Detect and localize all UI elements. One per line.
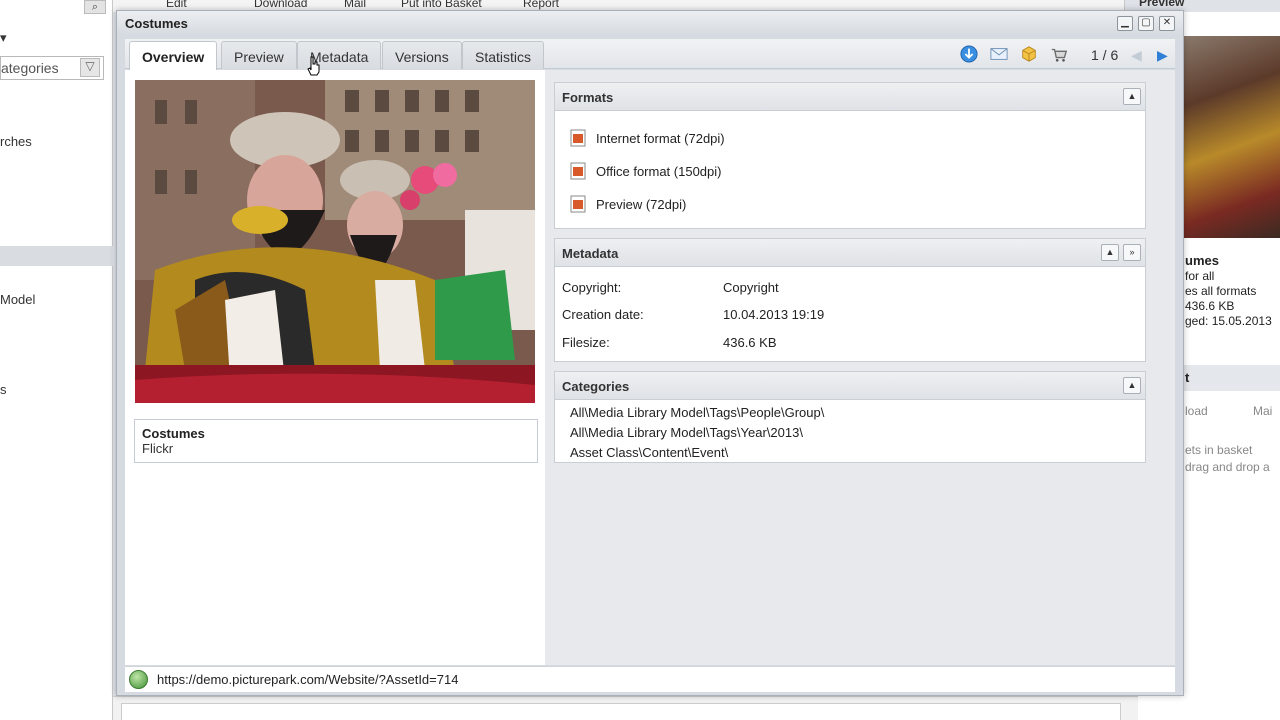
sidebar-item-s[interactable]: s xyxy=(0,382,7,397)
tab-bar: Overview Preview Metadata Versions Stati… xyxy=(125,39,1175,70)
asset-detail-window: Costumes ▁ ▢ ✕ Overview Preview Metadata… xyxy=(116,10,1184,696)
background-footer-field[interactable] xyxy=(121,703,1121,720)
format-item-label: Office format (150dpi) xyxy=(596,164,722,179)
asset-preview-pane: Costumes Flickr xyxy=(125,70,545,665)
status-bar: https://demo.picturepark.com/Website/?As… xyxy=(125,666,1175,692)
preview-title: umes xyxy=(1185,253,1219,268)
formats-panel-header: Formats ▲ xyxy=(555,83,1145,111)
hand-cursor-icon xyxy=(307,56,320,76)
basket-title: t xyxy=(1185,370,1190,385)
filter-icon[interactable]: ▽ xyxy=(80,58,100,77)
basket-hint: ets in basket xyxy=(1185,443,1253,457)
sidebar-item-searches[interactable]: rches xyxy=(0,134,32,149)
tab-statistics[interactable]: Statistics xyxy=(462,41,545,69)
format-item-label: Preview (72dpi) xyxy=(596,197,687,212)
basket-download-button[interactable]: load xyxy=(1185,404,1208,418)
formats-panel-title: Formats xyxy=(562,90,614,105)
categories-filter-text: ategories xyxy=(1,60,59,76)
collapse-icon[interactable]: ▲ xyxy=(1123,88,1141,105)
metadata-value: Copyright xyxy=(723,280,779,295)
background-sidebar: ⌕ ▾ ategories ▽ rches Model s xyxy=(0,0,113,720)
metadata-value: 436.6 KB xyxy=(723,335,777,350)
toolbar-edit[interactable]: Edit xyxy=(166,0,187,10)
dropdown-arrow-icon[interactable]: ▾ xyxy=(0,30,7,46)
metadata-panel-title: Metadata xyxy=(562,246,619,261)
next-arrow-icon[interactable]: ▶ xyxy=(1157,47,1168,64)
asset-caption-source: Flickr xyxy=(142,441,174,456)
background-footer xyxy=(113,696,1138,720)
preview-thumbnail xyxy=(1181,36,1280,238)
basket-header xyxy=(1181,365,1280,391)
categories-panel: Categories ▲ All\Media Library Model\Tag… xyxy=(554,371,1146,463)
basket-mail-button[interactable]: Mai xyxy=(1253,404,1272,418)
basket-icon[interactable] xyxy=(1049,45,1069,63)
close-icon[interactable]: ✕ xyxy=(1159,16,1175,31)
window-title: Costumes xyxy=(125,16,188,31)
download-icon[interactable] xyxy=(959,45,979,63)
sidebar-item-model[interactable]: Model xyxy=(0,292,35,307)
category-item[interactable]: All\Media Library Model\Tags\People\Grou… xyxy=(570,405,824,420)
toolbar-download[interactable]: Download xyxy=(254,0,307,10)
metadata-value: 10.04.2013 19:19 xyxy=(723,307,825,322)
asset-details-pane: Formats ▲ Internet format (72dpi) Office… xyxy=(545,70,1175,665)
expand-details-icon[interactable]: » xyxy=(1123,244,1141,261)
package-icon[interactable] xyxy=(1019,45,1039,63)
preview-line: ged: 15.05.2013 xyxy=(1185,314,1272,328)
asset-image[interactable] xyxy=(135,80,535,403)
toolbar-report[interactable]: Report xyxy=(523,0,559,10)
search-icon[interactable]: ⌕ xyxy=(84,0,106,14)
categories-panel-header: Categories ▲ xyxy=(555,372,1145,400)
preview-line: es all formats xyxy=(1185,284,1257,298)
sidebar-selected-band xyxy=(0,246,113,266)
metadata-key: Filesize: xyxy=(562,335,610,350)
collapse-icon[interactable]: ▲ xyxy=(1123,377,1141,394)
tab-overview[interactable]: Overview xyxy=(129,41,218,70)
preview-line: 436.6 KB xyxy=(1185,299,1235,313)
image-file-icon xyxy=(570,129,586,147)
image-file-icon xyxy=(570,195,586,213)
asset-counter: 1 / 6 xyxy=(1091,47,1119,63)
basket-hint: drag and drop a xyxy=(1185,460,1270,474)
format-item-label: Internet format (72dpi) xyxy=(596,131,725,146)
category-item[interactable]: Asset Class\Content\Event\ xyxy=(570,445,728,460)
content-area: Costumes Flickr Formats ▲ Internet forma… xyxy=(125,70,1175,665)
asset-url[interactable]: https://demo.picturepark.com/Website/?As… xyxy=(157,672,458,687)
metadata-panel: Metadata ▲ » Copyright: Copyright Creati… xyxy=(554,238,1146,362)
tab-preview[interactable]: Preview xyxy=(221,41,297,69)
preview-line: for all xyxy=(1185,269,1215,283)
collapse-icon[interactable]: ▲ xyxy=(1101,244,1119,261)
asset-caption: Costumes Flickr xyxy=(134,419,538,463)
image-file-icon xyxy=(570,162,586,180)
toolbar-mail[interactable]: Mail xyxy=(344,0,366,10)
tab-versions[interactable]: Versions xyxy=(382,41,462,69)
previous-arrow-icon[interactable]: ◀ xyxy=(1131,47,1142,64)
minimize-icon[interactable]: ▁ xyxy=(1117,16,1133,31)
metadata-key: Creation date: xyxy=(562,307,644,322)
link-status-icon xyxy=(129,670,148,689)
window-titlebar[interactable]: Costumes ▁ ▢ ✕ xyxy=(117,11,1183,35)
maximize-icon[interactable]: ▢ xyxy=(1138,16,1154,31)
metadata-key: Copyright: xyxy=(562,280,622,295)
category-item[interactable]: All\Media Library Model\Tags\Year\2013\ xyxy=(570,425,803,440)
mail-icon[interactable] xyxy=(989,45,1009,63)
metadata-panel-header: Metadata ▲ » xyxy=(555,239,1145,267)
categories-panel-title: Categories xyxy=(562,379,630,394)
asset-caption-title: Costumes xyxy=(142,426,205,441)
formats-panel: Formats ▲ Internet format (72dpi) Office… xyxy=(554,82,1146,229)
toolbar-put-into-basket[interactable]: Put into Basket xyxy=(401,0,482,10)
